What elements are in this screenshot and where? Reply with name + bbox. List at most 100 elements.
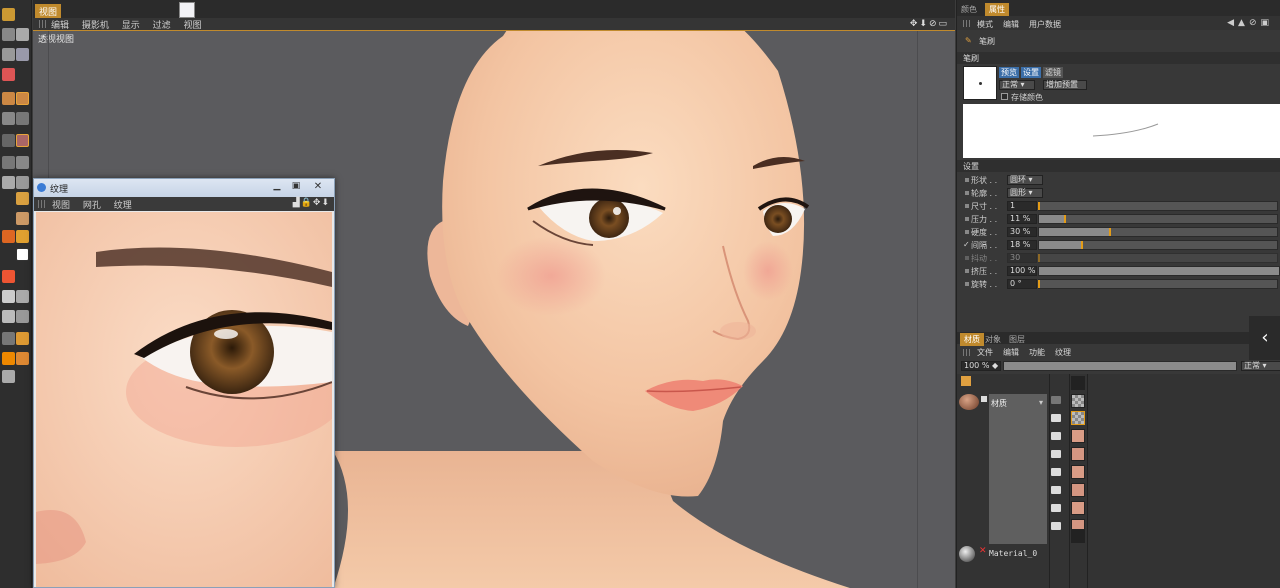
brush-preview-thumb[interactable] [963,66,997,100]
lasso-icon[interactable] [2,156,15,169]
chevron-down-icon[interactable]: ▾ [1039,398,1043,407]
pattern-icon[interactable] [2,310,15,323]
material-ball-icon[interactable] [959,394,979,410]
menu-edit-mat[interactable]: 编辑 [1003,347,1019,358]
magic-wand-icon[interactable] [2,176,15,189]
setting-slider[interactable] [1038,253,1278,263]
setting-slider[interactable] [1038,279,1278,289]
axis-icon[interactable] [16,332,29,345]
visibility-icon[interactable] [1051,468,1061,476]
setting-select[interactable]: 圆环 ▾ [1007,175,1043,185]
blend-mode-select[interactable]: 正常 ▾ [1241,361,1280,371]
texture-menu-mesh[interactable]: 网孔 [83,198,101,211]
menu-user-data[interactable]: 用户数据 [1029,19,1061,30]
zoom-field[interactable]: 100 % ◆ [961,361,1001,371]
setting-value-field[interactable]: 11 % [1007,214,1037,224]
animate-dot-icon[interactable] [965,178,969,182]
lock-icon[interactable] [2,352,15,365]
texture-canvas[interactable] [36,212,332,587]
collapse-panel-button[interactable]: ‹ [1249,316,1280,360]
layer-thumb[interactable] [1071,501,1085,515]
visibility-icon[interactable] [1051,522,1061,530]
star-icon[interactable] [16,230,29,243]
texture-nav-icons[interactable]: ▟🔒✥⬇ [293,198,330,208]
pin-icon[interactable] [2,332,15,345]
rotate-icon[interactable] [2,68,15,81]
layer-thumb[interactable] [1071,529,1085,543]
material-ball-icon[interactable] [959,546,975,562]
setting-value-field[interactable]: 0 ° [1007,279,1037,289]
fill-icon[interactable] [16,134,29,147]
layer-thumb[interactable] [1071,465,1085,479]
setting-slider[interactable] [1038,227,1278,237]
magnet-icon[interactable] [2,370,15,383]
slider-knob[interactable] [1080,241,1083,249]
animate-dot-icon[interactable] [965,269,969,273]
tab-viewport[interactable]: 视图 [35,4,62,19]
smudge-icon[interactable] [16,112,29,125]
layer-thumb[interactable] [1071,394,1085,408]
menu-function[interactable]: 功能 [1029,347,1045,358]
texture-menu-texture[interactable]: 纹理 [114,198,132,211]
scale-icon[interactable] [16,48,29,61]
setting-value-field[interactable]: 30 [1007,253,1037,263]
tab-color[interactable]: 颜色 [961,4,977,15]
menu-file[interactable]: 文件 [977,347,993,358]
menu-edit-attr[interactable]: 编辑 [1003,19,1019,30]
setting-value-field[interactable]: 100 % [1007,266,1037,276]
visibility-icon[interactable] [1051,432,1061,440]
visibility-icon[interactable] [1051,450,1061,458]
bucket-icon[interactable] [2,230,15,243]
texture-menu-view[interactable]: 视图 [52,198,70,211]
add-preset-button[interactable]: 增加预置 [1043,80,1087,90]
setting-value-field[interactable]: 18 % [1007,240,1037,250]
select-icon[interactable] [2,48,15,61]
slider-knob[interactable] [1038,280,1040,288]
visibility-icon[interactable] [1051,414,1061,422]
layer-thumb[interactable] [1071,411,1085,425]
slider-knob[interactable] [1038,254,1040,262]
visibility-icon[interactable] [1051,486,1061,494]
clone-icon[interactable] [2,134,15,147]
animate-dot-icon[interactable] [965,191,969,195]
animate-dot-icon[interactable] [965,204,969,208]
animate-dot-icon[interactable] [965,282,969,286]
slider-knob[interactable] [1038,202,1040,210]
checker-icon[interactable] [2,290,15,303]
tab-material[interactable]: 材质 [960,333,984,346]
crop-icon[interactable] [16,176,29,189]
eraser-icon[interactable] [2,112,15,125]
layer-thumb[interactable] [1071,447,1085,461]
maximize-icon[interactable]: ▣ [288,181,304,193]
store-color-checkbox[interactable] [1001,93,1008,100]
minimize-icon[interactable]: ▁ [270,181,284,193]
slider-knob[interactable] [1109,228,1112,236]
tab-filter[interactable]: 滤镜 [1043,67,1063,78]
move-icon[interactable] [16,28,29,41]
animate-dot-icon[interactable] [965,230,969,234]
nav-arrows-icon[interactable]: ◀▲⊘▣ [1227,18,1273,28]
setting-value-field[interactable]: 30 % [1007,227,1037,237]
setting-slider[interactable] [1038,266,1280,276]
setting-slider[interactable] [1038,214,1278,224]
tab-settings[interactable]: 设置 [1021,67,1041,78]
texture-window[interactable]: 纹理 ▁ ▣ ✕ 视图 网孔 纹理 ▟🔒✥⬇ [33,178,335,588]
checkmark-icon[interactable]: ✓ [963,240,970,249]
color-swatch-icon[interactable] [16,248,29,261]
pencil-icon[interactable] [16,192,29,205]
layer-color-chip[interactable] [1071,376,1085,390]
setting-slider[interactable] [1038,201,1278,211]
brush-mode-select[interactable]: 正常 ▾ [999,80,1035,90]
menu-mode[interactable]: 模式 [977,19,993,30]
animate-dot-icon[interactable] [965,217,969,221]
zoom-slider[interactable] [1003,361,1237,371]
refresh-icon[interactable] [16,352,29,365]
setting-value-field[interactable]: 1 [1007,201,1037,211]
layer-thumb[interactable] [1071,483,1085,497]
white-color-chip[interactable] [179,2,195,18]
texture-icon[interactable] [16,310,29,323]
warning-icon[interactable] [2,270,15,283]
menu-texture[interactable]: 纹理 [1055,347,1071,358]
visibility-icon[interactable] [1051,396,1061,404]
texture-window-titlebar[interactable]: 纹理 ▁ ▣ ✕ [34,179,334,197]
